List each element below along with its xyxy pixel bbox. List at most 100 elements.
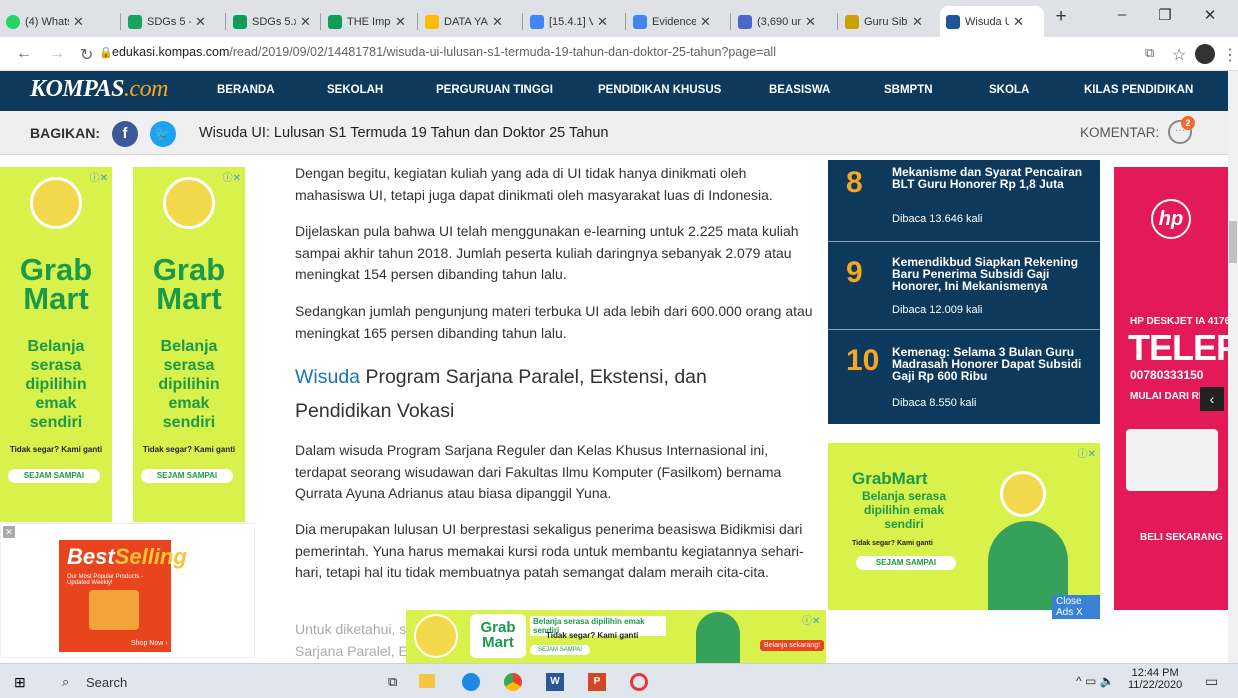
hp-logo-icon: hp [1151, 199, 1191, 239]
mail-icon [738, 14, 752, 29]
browser-tab[interactable]: DATA YA ✕ [419, 6, 519, 37]
printer-image [1126, 429, 1218, 491]
nav-sbmptn[interactable]: SBMPTN [884, 84, 933, 96]
popular-item[interactable]: 8 Mekanisme dan Syarat Pencairan BLT Gur… [828, 160, 1100, 242]
bookmark-star-icon[interactable]: ☆ [1172, 45, 1186, 65]
restore-button[interactable]: ❐ [1150, 6, 1180, 24]
ad-close-icon[interactable]: ✕ [3, 526, 15, 538]
docs-icon [530, 14, 544, 29]
docs-icon [633, 14, 647, 29]
share-bar: BAGIKAN: f 🐦 Wisuda UI: Lulusan S1 Termu… [0, 111, 1228, 155]
grab-badge-icon [1000, 471, 1046, 517]
kompas-logo[interactable]: KOMPAS.com [30, 76, 168, 103]
close-ads-button[interactable]: Close Ads X [1052, 595, 1100, 619]
browser-tab[interactable]: (4) Whats ✕ [0, 6, 95, 37]
task-view-icon[interactable]: ⧉ [388, 674, 397, 690]
close-tab-icon[interactable]: ✕ [1013, 14, 1024, 30]
grabmart-ad-left[interactable]: ⓘ✕ Grab Mart Belanja serasa dipilihin emak se… [0, 167, 112, 522]
grabmart-bottom-ad[interactable]: Grab Mart Belanja serasa dipilihin emak s… [406, 610, 826, 663]
adchoices-icon[interactable]: ⓘ✕ [1078, 445, 1096, 460]
facebook-icon[interactable]: f [112, 121, 138, 147]
taskbar-search-box[interactable]: Search [86, 675, 127, 690]
nav-kilas-pendidikan[interactable]: KILAS PENDIDIKAN [1084, 84, 1193, 96]
close-tab-icon[interactable]: ✕ [73, 14, 84, 30]
grab-badge-icon [414, 614, 458, 658]
comment-label: KOMENTAR: [1080, 125, 1160, 140]
nav-skola[interactable]: SKOLA [989, 84, 1029, 96]
close-tab-icon[interactable]: ✕ [395, 14, 406, 30]
close-tab-icon[interactable]: ✕ [195, 14, 206, 30]
grabmart-ad-sidebar[interactable]: ⓘ✕ GrabMart Belanja serasa dipilihin ema… [828, 443, 1100, 619]
close-tab-icon[interactable]: ✕ [805, 14, 816, 30]
minimize-button[interactable]: – [1107, 6, 1137, 23]
browser-tab[interactable]: (3,690 un ✕ [732, 6, 834, 37]
profile-avatar[interactable] [1195, 44, 1215, 64]
beli-sekarang-button[interactable]: BELI SEKARANG [1140, 532, 1223, 543]
close-tab-icon[interactable]: ✕ [597, 14, 608, 30]
close-tab-icon[interactable]: ✕ [912, 14, 923, 30]
drive-icon [425, 14, 439, 29]
nav-pendidikan-khusus[interactable]: PENDIDIKAN KHUSUS [598, 84, 721, 96]
notification-icon[interactable]: ▭ [1205, 673, 1218, 690]
recorder-icon[interactable] [630, 673, 648, 691]
new-tab-button[interactable]: + [1046, 6, 1076, 28]
article-paragraph: Dengan begitu, kegiatan kuliah yang ada … [295, 165, 773, 203]
scrollbar-thumb[interactable] [1229, 221, 1237, 263]
whatsapp-icon [6, 14, 20, 29]
browser-tab-active[interactable]: Wisuda U ✕ [940, 6, 1044, 37]
popular-item[interactable]: 10 Kemenag: Selama 3 Bulan Guru Madrasah… [828, 332, 1100, 424]
address-bar: ← → ↻ 🔒 edukasi.kompas.com/read/2019/09/… [0, 37, 1238, 71]
chevron-left-icon[interactable]: ‹ [1200, 387, 1224, 411]
hp-printer-ad[interactable]: hp HP DESKJET IA 4176 A TELEPO 007803331… [1114, 167, 1228, 610]
adchoices-icon[interactable]: ⓘ✕ [90, 169, 108, 184]
adchoices-icon[interactable]: ⓘ✕ [802, 612, 820, 627]
chrome-icon[interactable] [504, 673, 522, 691]
grabmart-ad-left-2[interactable]: ⓘ✕ Grab Mart Belanja serasa dipilihin emak se… [133, 167, 245, 522]
translate-icon[interactable]: ⧉ [1145, 45, 1154, 61]
windows-start-icon[interactable]: ⊞ [14, 674, 26, 691]
sheets-icon [328, 14, 342, 29]
forward-icon[interactable]: → [49, 45, 65, 63]
lock-icon: 🔒 [99, 47, 113, 59]
twitter-icon[interactable]: 🐦 [150, 121, 176, 147]
adchoices-icon[interactable]: ⓘ✕ [223, 169, 241, 184]
browser-tab[interactable]: Guru Sib ✕ [839, 6, 939, 37]
browser-tab[interactable]: SDGs 5 - ✕ [122, 6, 222, 37]
browser-tab[interactable]: Evidence ✕ [627, 6, 727, 37]
wisuda-link[interactable]: Wisuda [295, 366, 360, 388]
nav-sekolah[interactable]: SEKOLAH [327, 84, 383, 96]
close-tab-icon[interactable]: ✕ [300, 14, 311, 30]
close-tab-icon[interactable]: ✕ [700, 14, 711, 30]
article-paragraph: Dalam wisuda Program Sarjana Reguler dan… [295, 442, 782, 501]
reload-icon[interactable]: ↻ [80, 45, 93, 65]
close-tab-icon[interactable]: ✕ [492, 14, 503, 30]
close-window-button[interactable]: ✕ [1195, 6, 1225, 24]
file-explorer-icon[interactable] [419, 674, 435, 688]
windows-taskbar: ⊞ ⌕ Search ⧉ W P ^ ▭ 🔈 12:44 PM 11/22/202… [0, 663, 1238, 698]
edge-icon[interactable] [462, 673, 480, 691]
nav-perguruan-tinggi[interactable]: PERGURUAN TINGGI [436, 84, 553, 96]
powerpoint-icon[interactable]: P [588, 673, 606, 691]
drive-icon [128, 14, 142, 29]
popular-articles-list: 8 Mekanisme dan Syarat Pencairan BLT Gur… [828, 160, 1100, 424]
tray-icons[interactable]: ^ ▭ 🔈 [1076, 674, 1115, 688]
article-paragraph: Dia merupakan lulusan UI berprestasi sek… [295, 521, 804, 580]
browser-tab[interactable]: [15.4.1] V ✕ [524, 6, 622, 37]
back-icon[interactable]: ← [16, 45, 32, 63]
grab-badge-icon [30, 177, 82, 229]
clock[interactable]: 12:44 PM 11/22/2020 [1128, 667, 1182, 691]
page-scrollbar[interactable] [1228, 71, 1238, 663]
nav-beranda[interactable]: BERANDA [217, 84, 275, 96]
site-nav-bar: KOMPAS.com BERANDA SEKOLAH PERGURUAN TIN… [0, 71, 1228, 111]
word-icon[interactable]: W [546, 673, 564, 691]
popular-item[interactable]: 9 Kemendikbud Siapkan Rekening Baru Pene… [828, 244, 1100, 330]
browser-tab[interactable]: THE Impa✕ [322, 6, 414, 37]
search-icon[interactable]: ⌕ [62, 674, 69, 690]
menu-dots-icon[interactable]: ⋮ [1222, 45, 1238, 65]
share-article-title: Wisuda UI: Lulusan S1 Termuda 19 Tahun d… [199, 125, 609, 141]
nav-beasiswa[interactable]: BEASISWA [769, 84, 830, 96]
browser-tab[interactable]: SDGs 5.xl✕ [227, 6, 317, 37]
sheets-icon [233, 14, 247, 29]
bestselling-ad[interactable]: ✕ BestSelling Our Most Popular Products … [0, 523, 255, 658]
url-field[interactable]: edukasi.kompas.com/read/2019/09/02/14481… [112, 45, 776, 59]
